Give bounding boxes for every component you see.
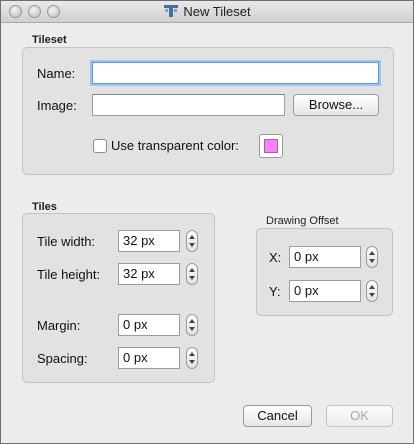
stepper-down-icon[interactable]	[369, 259, 375, 263]
stepper-up-icon[interactable]	[189, 319, 195, 323]
tile-width-stepper[interactable]	[186, 230, 198, 252]
tile-height-input[interactable]: 32 px	[118, 263, 180, 285]
margin-label: Margin:	[37, 318, 81, 333]
tile-height-stepper[interactable]	[186, 263, 198, 285]
color-swatch-fill	[264, 139, 278, 153]
spacing-input[interactable]: 0 px	[118, 347, 180, 369]
tileset-section-label: Tileset	[32, 34, 67, 46]
new-tileset-dialog: New Tileset Tileset Name: Image: Browse.…	[0, 0, 414, 444]
name-label: Name:	[37, 66, 76, 81]
transparent-color-checkbox[interactable]	[93, 139, 107, 153]
drawing-offset-group-box	[256, 228, 393, 316]
window-title: New Tileset	[183, 4, 251, 19]
stepper-down-icon[interactable]	[189, 360, 195, 364]
spacing-label: Spacing:	[37, 351, 88, 366]
offset-y-input[interactable]: 0 px	[289, 280, 361, 302]
tile-height-label: Tile height:	[37, 267, 101, 282]
stepper-down-icon[interactable]	[189, 243, 195, 247]
ok-button[interactable]: OK	[326, 405, 393, 427]
stepper-down-icon[interactable]	[189, 276, 195, 280]
margin-input[interactable]: 0 px	[118, 314, 180, 336]
tile-width-label: Tile width:	[37, 234, 96, 249]
stepper-up-icon[interactable]	[369, 285, 375, 289]
margin-stepper[interactable]	[186, 314, 198, 336]
stepper-down-icon[interactable]	[369, 293, 375, 297]
name-input[interactable]	[92, 62, 379, 84]
spacing-stepper[interactable]	[186, 347, 198, 369]
tiled-app-icon	[163, 4, 179, 18]
offset-x-label: X:	[269, 250, 282, 265]
browse-button[interactable]: Browse...	[293, 94, 379, 116]
transparent-color-label: Use transparent color:	[111, 138, 239, 153]
window-title-area: New Tileset	[1, 4, 413, 19]
stepper-up-icon[interactable]	[189, 352, 195, 356]
stepper-up-icon[interactable]	[369, 251, 375, 255]
offset-x-stepper[interactable]	[366, 246, 378, 268]
stepper-up-icon[interactable]	[189, 235, 195, 239]
transparent-color-swatch[interactable]	[259, 134, 283, 158]
stepper-up-icon[interactable]	[189, 268, 195, 272]
offset-y-stepper[interactable]	[366, 280, 378, 302]
stepper-down-icon[interactable]	[189, 327, 195, 331]
offset-y-label: Y:	[269, 284, 281, 299]
image-path-input[interactable]	[92, 94, 285, 116]
tile-width-input[interactable]: 32 px	[118, 230, 180, 252]
offset-x-input[interactable]: 0 px	[289, 246, 361, 268]
cancel-button[interactable]: Cancel	[243, 405, 312, 427]
image-label: Image:	[37, 98, 77, 113]
drawing-offset-section-label: Drawing Offset	[266, 215, 339, 227]
tiles-section-label: Tiles	[32, 201, 57, 213]
title-bar: New Tileset	[1, 1, 413, 23]
